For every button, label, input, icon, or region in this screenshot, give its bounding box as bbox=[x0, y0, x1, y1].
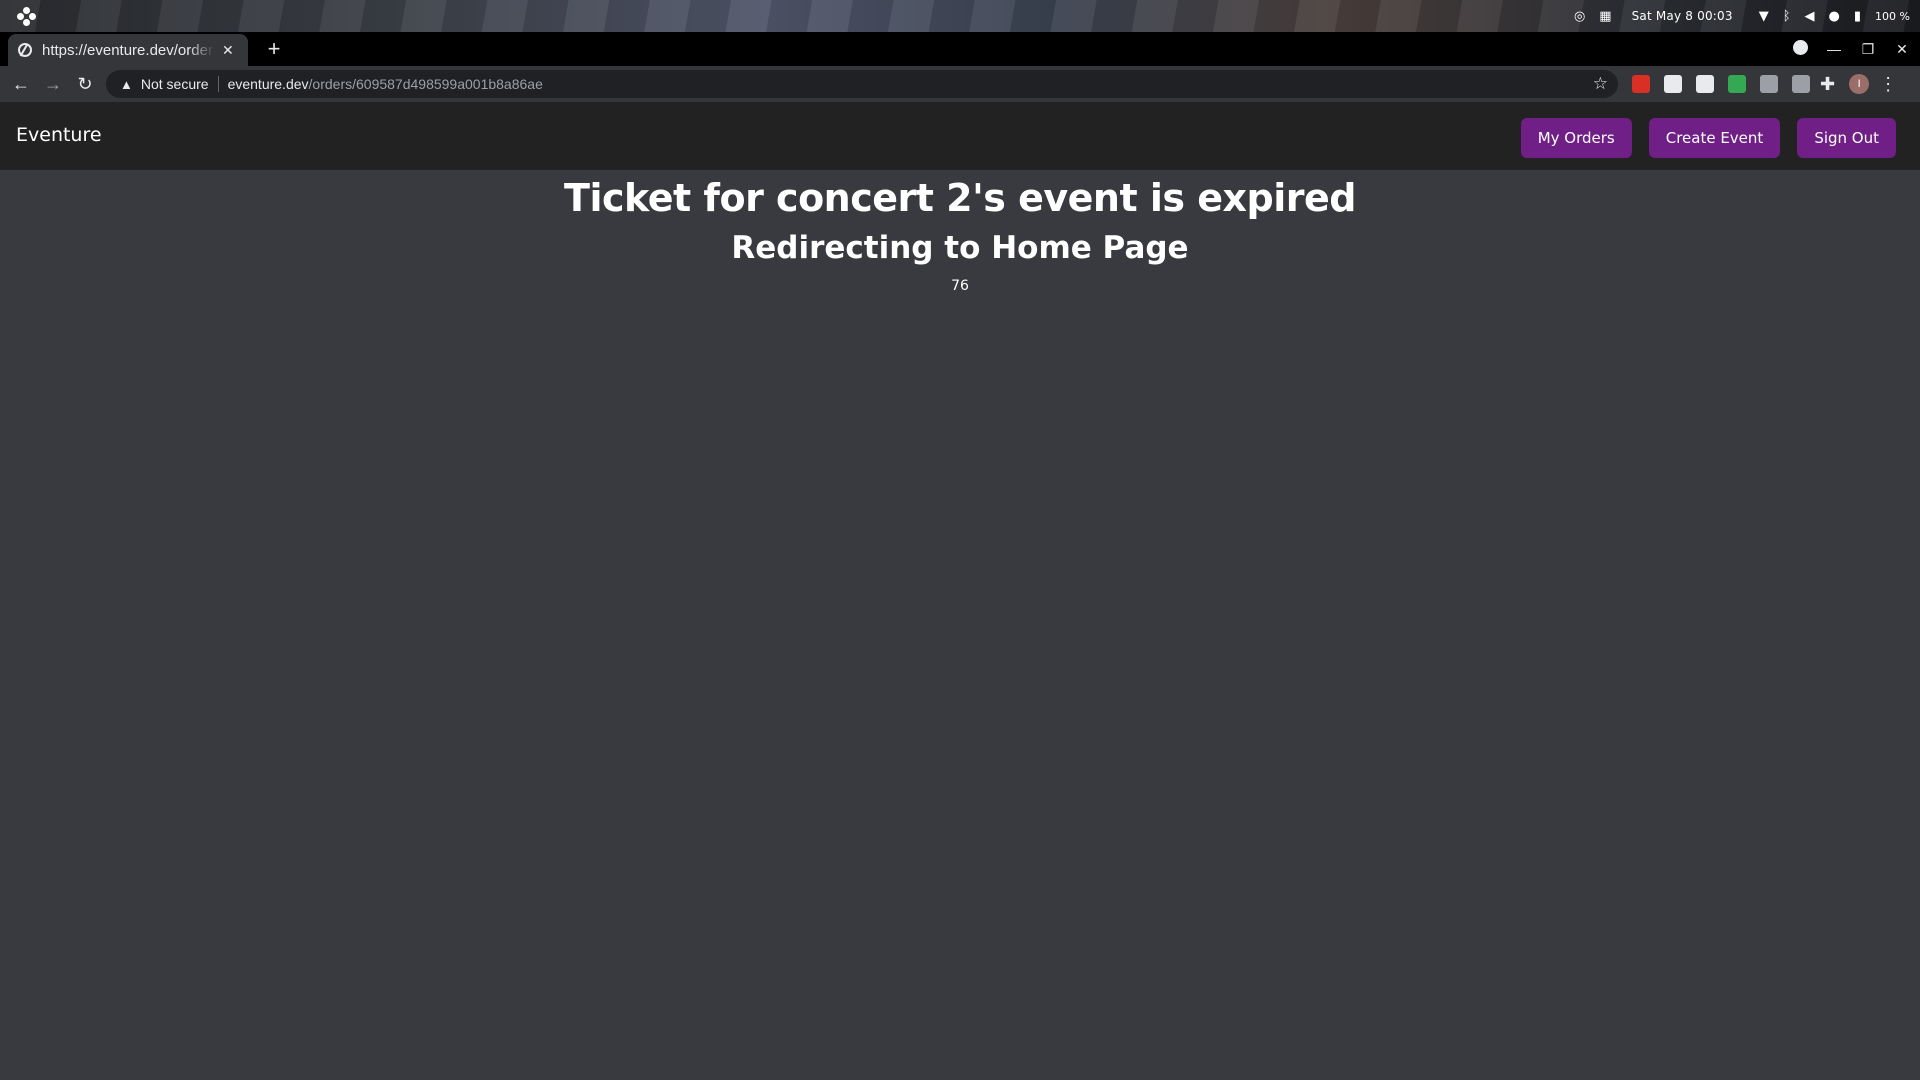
tab-eventure[interactable]: https://eventure.dev/orders/609587d49859… bbox=[8, 34, 248, 66]
security-label[interactable]: Not secure bbox=[141, 76, 209, 92]
profile-avatar[interactable]: I bbox=[1849, 74, 1870, 94]
reload-icon[interactable]: ↻ bbox=[73, 72, 97, 96]
activities-icon[interactable] bbox=[17, 7, 36, 26]
close-tab-icon[interactable]: ✕ bbox=[222, 42, 234, 59]
countdown-timer: 76 bbox=[951, 278, 969, 294]
url-path[interactable]: /orders/609587d498599a001b8a86ae bbox=[309, 76, 543, 92]
globe-icon bbox=[18, 43, 32, 57]
forward-arrow-icon[interactable]: → bbox=[41, 72, 65, 96]
extension-icon[interactable] bbox=[1760, 75, 1778, 93]
maximize-icon[interactable]: ❐ bbox=[1860, 41, 1876, 58]
expired-headline: Ticket for concert 2's event is expired bbox=[0, 172, 1920, 224]
battery-percent[interactable]: 100 % bbox=[1875, 10, 1910, 23]
volume-icon[interactable]: ◀ bbox=[1805, 10, 1815, 23]
obs-icon[interactable]: ◎ bbox=[1574, 10, 1585, 23]
browser-tab-strip: https://eventure.dev/orders/609587d49859… bbox=[0, 32, 1920, 66]
extension-icon[interactable] bbox=[1792, 75, 1810, 93]
puzzle-extensions-icon[interactable]: ✚ bbox=[1820, 74, 1835, 95]
bookmark-star-icon[interactable]: ☆ bbox=[1593, 74, 1608, 94]
nav-buttons: My Orders Create Event Sign Out bbox=[1520, 118, 1896, 158]
wifi-icon[interactable]: ▼ bbox=[1759, 10, 1769, 23]
tab-search-icon[interactable] bbox=[1792, 40, 1808, 58]
event-name: concert 2's bbox=[776, 176, 1006, 220]
url-host[interactable]: eventure.dev bbox=[228, 76, 309, 92]
screen-record-icon[interactable]: ▦ bbox=[1599, 10, 1611, 23]
omnibox-divider bbox=[217, 76, 219, 92]
headline-suffix: event is expired bbox=[1005, 176, 1356, 220]
main-content: Ticket for concert 2's event is expired … bbox=[0, 170, 1920, 1080]
brand-logo[interactable]: Eventure bbox=[16, 124, 102, 146]
system-tray: ◎ ▦ Sat May 8 00:03 ▼ ᛒ ◀ ● ▮ 100 % bbox=[1574, 0, 1910, 32]
browser-toolbar: ← → ↻ ▲ Not secure eventure.dev /orders/… bbox=[0, 66, 1920, 102]
redirect-message: Redirecting to Home Page bbox=[731, 230, 1189, 266]
new-tab-button[interactable]: + bbox=[260, 35, 288, 63]
close-window-icon[interactable]: ✕ bbox=[1894, 41, 1910, 58]
warning-icon[interactable]: ▲ bbox=[120, 77, 133, 92]
extension-icon[interactable] bbox=[1632, 75, 1650, 93]
clock[interactable]: Sat May 8 00:03 bbox=[1632, 9, 1733, 23]
sign-out-button[interactable]: Sign Out bbox=[1797, 118, 1896, 158]
address-bar[interactable]: ▲ Not secure eventure.dev /orders/609587… bbox=[106, 70, 1618, 98]
minimize-icon[interactable]: — bbox=[1826, 41, 1842, 57]
microphone-icon[interactable]: ● bbox=[1829, 10, 1840, 23]
my-orders-button[interactable]: My Orders bbox=[1520, 118, 1632, 158]
extension-icon[interactable] bbox=[1728, 75, 1746, 93]
os-top-panel: ◎ ▦ Sat May 8 00:03 ▼ ᛒ ◀ ● ▮ 100 % bbox=[0, 0, 1920, 32]
kebab-menu-icon[interactable]: ⋮ bbox=[1879, 74, 1897, 95]
headline-prefix: Ticket for bbox=[564, 176, 777, 220]
tab-title: https://eventure.dev/orders/609587d49859… bbox=[42, 41, 214, 59]
create-event-button[interactable]: Create Event bbox=[1648, 118, 1781, 158]
extension-icon[interactable] bbox=[1664, 75, 1682, 93]
back-arrow-icon[interactable]: ← bbox=[9, 72, 33, 96]
bluetooth-icon[interactable]: ᛒ bbox=[1783, 10, 1791, 23]
window-controls: — ❐ ✕ bbox=[1792, 32, 1910, 66]
app-navbar: Eventure My Orders Create Event Sign Out bbox=[0, 102, 1920, 170]
extensions-bar: ✚ I ⋮ bbox=[1632, 72, 1897, 96]
extension-icon[interactable] bbox=[1696, 75, 1714, 93]
battery-icon[interactable]: ▮ bbox=[1854, 10, 1861, 23]
